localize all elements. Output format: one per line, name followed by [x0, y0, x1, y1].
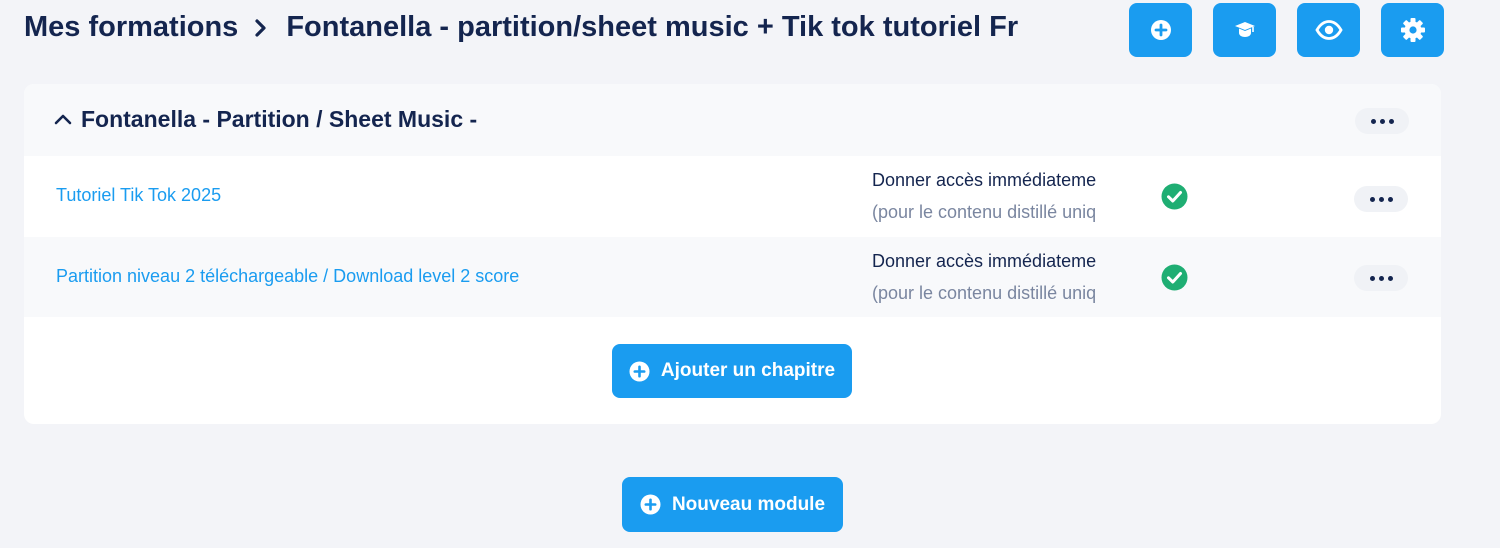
chapter-more-button[interactable]: [1354, 186, 1408, 212]
more-dots-icon: [1370, 118, 1394, 124]
more-dots-icon: [1369, 196, 1393, 202]
module-title: Fontanella - Partition / Sheet Music -: [81, 106, 478, 132]
chapter-more-button[interactable]: [1354, 265, 1408, 291]
chapter-row: Partition niveau 2 téléchargeable / Down…: [24, 237, 1441, 317]
students-button[interactable]: [1213, 3, 1276, 57]
module-header: Fontanella - Partition / Sheet Music -: [24, 84, 1441, 156]
eye-icon: [1314, 20, 1343, 40]
access-label: Donner accès immédiateme: [872, 251, 1097, 271]
chapter-title-link[interactable]: Tutoriel Tik Tok 2025: [56, 185, 221, 206]
page-header: Mes formations Fontanella - partition/sh…: [24, 0, 1444, 60]
module-card: Fontanella - Partition / Sheet Music - T…: [24, 84, 1441, 424]
breadcrumb-root-link[interactable]: Mes formations: [24, 11, 238, 44]
chevron-right-icon: [254, 18, 268, 38]
chapter-row: Tutoriel Tik Tok 2025 Donner accès imméd…: [24, 156, 1441, 236]
access-note: (pour le contenu distillé uniq: [872, 202, 1097, 222]
breadcrumb-current: Fontanella - partition/sheet music + Tik…: [286, 11, 1019, 43]
add-chapter-button[interactable]: Ajouter un chapitre: [612, 344, 852, 398]
plus-circle-icon: [1150, 19, 1172, 41]
toolbar: [1129, 3, 1444, 57]
chevron-up-icon[interactable]: [54, 109, 72, 129]
graduation-cap-icon: [1234, 19, 1256, 41]
module-more-button[interactable]: [1355, 108, 1409, 134]
more-dots-icon: [1369, 275, 1393, 281]
chapter-title-link[interactable]: Partition niveau 2 téléchargeable / Down…: [56, 266, 519, 287]
settings-button[interactable]: [1381, 3, 1444, 57]
check-circle-icon: [1161, 183, 1188, 210]
preview-button[interactable]: [1297, 3, 1360, 57]
plus-circle-icon: [640, 494, 661, 515]
new-module-button[interactable]: Nouveau module: [622, 477, 843, 532]
access-label: Donner accès immédiateme: [872, 170, 1097, 190]
access-note: (pour le contenu distillé uniq: [872, 283, 1097, 303]
new-module-label: Nouveau module: [671, 493, 826, 515]
add-chapter-label: Ajouter un chapitre: [660, 360, 836, 381]
plus-circle-icon: [629, 361, 650, 382]
gear-icon: [1400, 17, 1426, 43]
check-circle-icon: [1161, 264, 1188, 291]
breadcrumb: Mes formations Fontanella - partition/sh…: [24, 11, 1018, 44]
add-button[interactable]: [1129, 3, 1192, 57]
